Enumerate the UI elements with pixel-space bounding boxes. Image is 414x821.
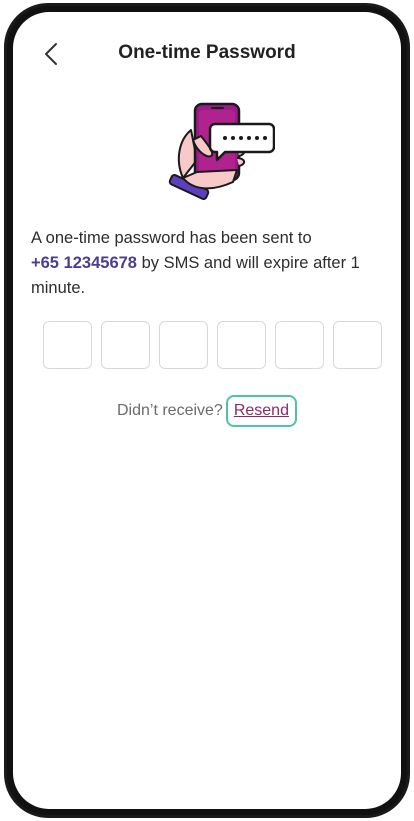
- resend-row: Didn’t receive? Resend: [13, 395, 401, 427]
- resend-prompt: Didn’t receive?: [117, 402, 223, 419]
- message-intro: A one-time password has been sent to: [31, 229, 312, 247]
- otp-input-group: [43, 321, 382, 369]
- screen: One-time Password A one-time password ha…: [13, 12, 401, 809]
- device-frame: One-time Password A one-time password ha…: [4, 3, 410, 818]
- otp-digit-1[interactable]: [43, 321, 92, 369]
- phone-sms-icon: [168, 102, 276, 200]
- otp-digit-3[interactable]: [159, 321, 208, 369]
- otp-message: A one-time password has been sent to +65…: [31, 226, 383, 301]
- otp-digit-4[interactable]: [217, 321, 266, 369]
- phone-number: +65 12345678: [31, 254, 137, 272]
- page-title: One-time Password: [118, 42, 296, 63]
- header: One-time Password: [13, 12, 401, 90]
- resend-button[interactable]: Resend: [225, 395, 297, 427]
- otp-digit-5[interactable]: [275, 321, 324, 369]
- otp-digit-6[interactable]: [333, 321, 382, 369]
- otp-digit-2[interactable]: [101, 321, 150, 369]
- phone-sms-illustration: [163, 100, 276, 210]
